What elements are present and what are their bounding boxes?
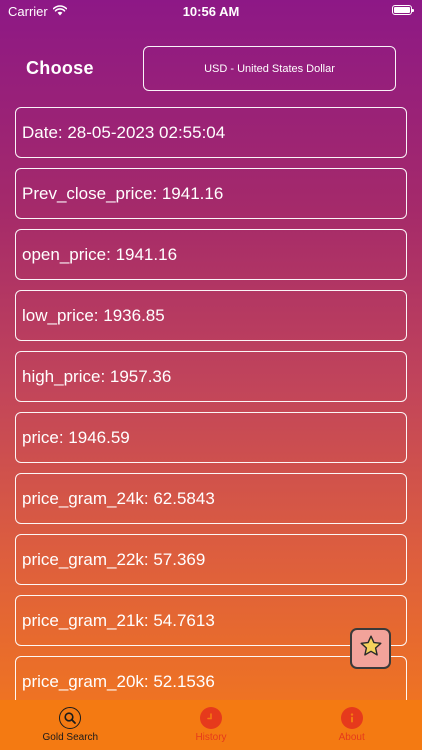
- tab-history[interactable]: History: [141, 700, 282, 750]
- tab-about[interactable]: About: [281, 700, 422, 750]
- battery-icon: [392, 5, 414, 15]
- field-date-text: Date: 28-05-2023 02:55:04: [22, 122, 226, 142]
- field-price-text: price: 1946.59: [22, 427, 130, 447]
- currency-select-value: USD - United States Dollar: [204, 62, 335, 75]
- tab-gold-search-label: Gold Search: [42, 732, 99, 743]
- field-prev-close-price-text: Prev_close_price: 1941.16: [22, 183, 224, 203]
- field-price-gram-21k-text: price_gram_21k: 54.7613: [22, 610, 215, 630]
- tab-gold-search[interactable]: Gold Search: [0, 700, 141, 750]
- field-high-price: high_price: 1957.36: [15, 351, 407, 402]
- choose-label: Choose: [26, 58, 94, 78]
- field-open-price: open_price: 1941.16: [15, 229, 407, 280]
- field-price: price: 1946.59: [15, 412, 407, 463]
- tab-about-label: About: [338, 732, 365, 743]
- field-price-gram-20k: price_gram_20k: 52.1536: [15, 656, 407, 700]
- field-price-gram-24k: price_gram_24k: 62.5843: [15, 473, 407, 524]
- field-low-price: low_price: 1936.85: [15, 290, 407, 341]
- field-prev-close-price: Prev_close_price: 1941.16: [15, 168, 407, 219]
- field-price-gram-21k: price_gram_21k: 54.7613: [15, 595, 407, 646]
- field-open-price-text: open_price: 1941.16: [22, 244, 178, 264]
- field-low-price-text: low_price: 1936.85: [22, 305, 165, 325]
- info-icon: [340, 707, 363, 729]
- field-date: Date: 28-05-2023 02:55:04: [15, 107, 407, 158]
- price-field-list[interactable]: Date: 28-05-2023 02:55:04 Prev_close_pri…: [15, 107, 407, 700]
- status-bar: Carrier 10:56 AM: [0, 0, 422, 24]
- currency-select[interactable]: USD - United States Dollar: [143, 46, 396, 91]
- tab-history-label: History: [195, 732, 227, 743]
- tab-bar: Gold Search History About: [0, 700, 422, 750]
- favorite-button[interactable]: [350, 628, 391, 669]
- status-time: 10:56 AM: [182, 4, 240, 19]
- star-icon: [359, 634, 383, 663]
- field-price-gram-20k-text: price_gram_20k: 52.1536: [22, 671, 215, 691]
- search-icon: [59, 707, 82, 729]
- clock-icon: [200, 707, 222, 729]
- field-high-price-text: high_price: 1957.36: [22, 366, 172, 386]
- field-price-gram-24k-text: price_gram_24k: 62.5843: [22, 488, 215, 508]
- field-price-gram-22k-text: price_gram_22k: 57.369: [22, 549, 206, 569]
- field-price-gram-22k: price_gram_22k: 57.369: [15, 534, 407, 585]
